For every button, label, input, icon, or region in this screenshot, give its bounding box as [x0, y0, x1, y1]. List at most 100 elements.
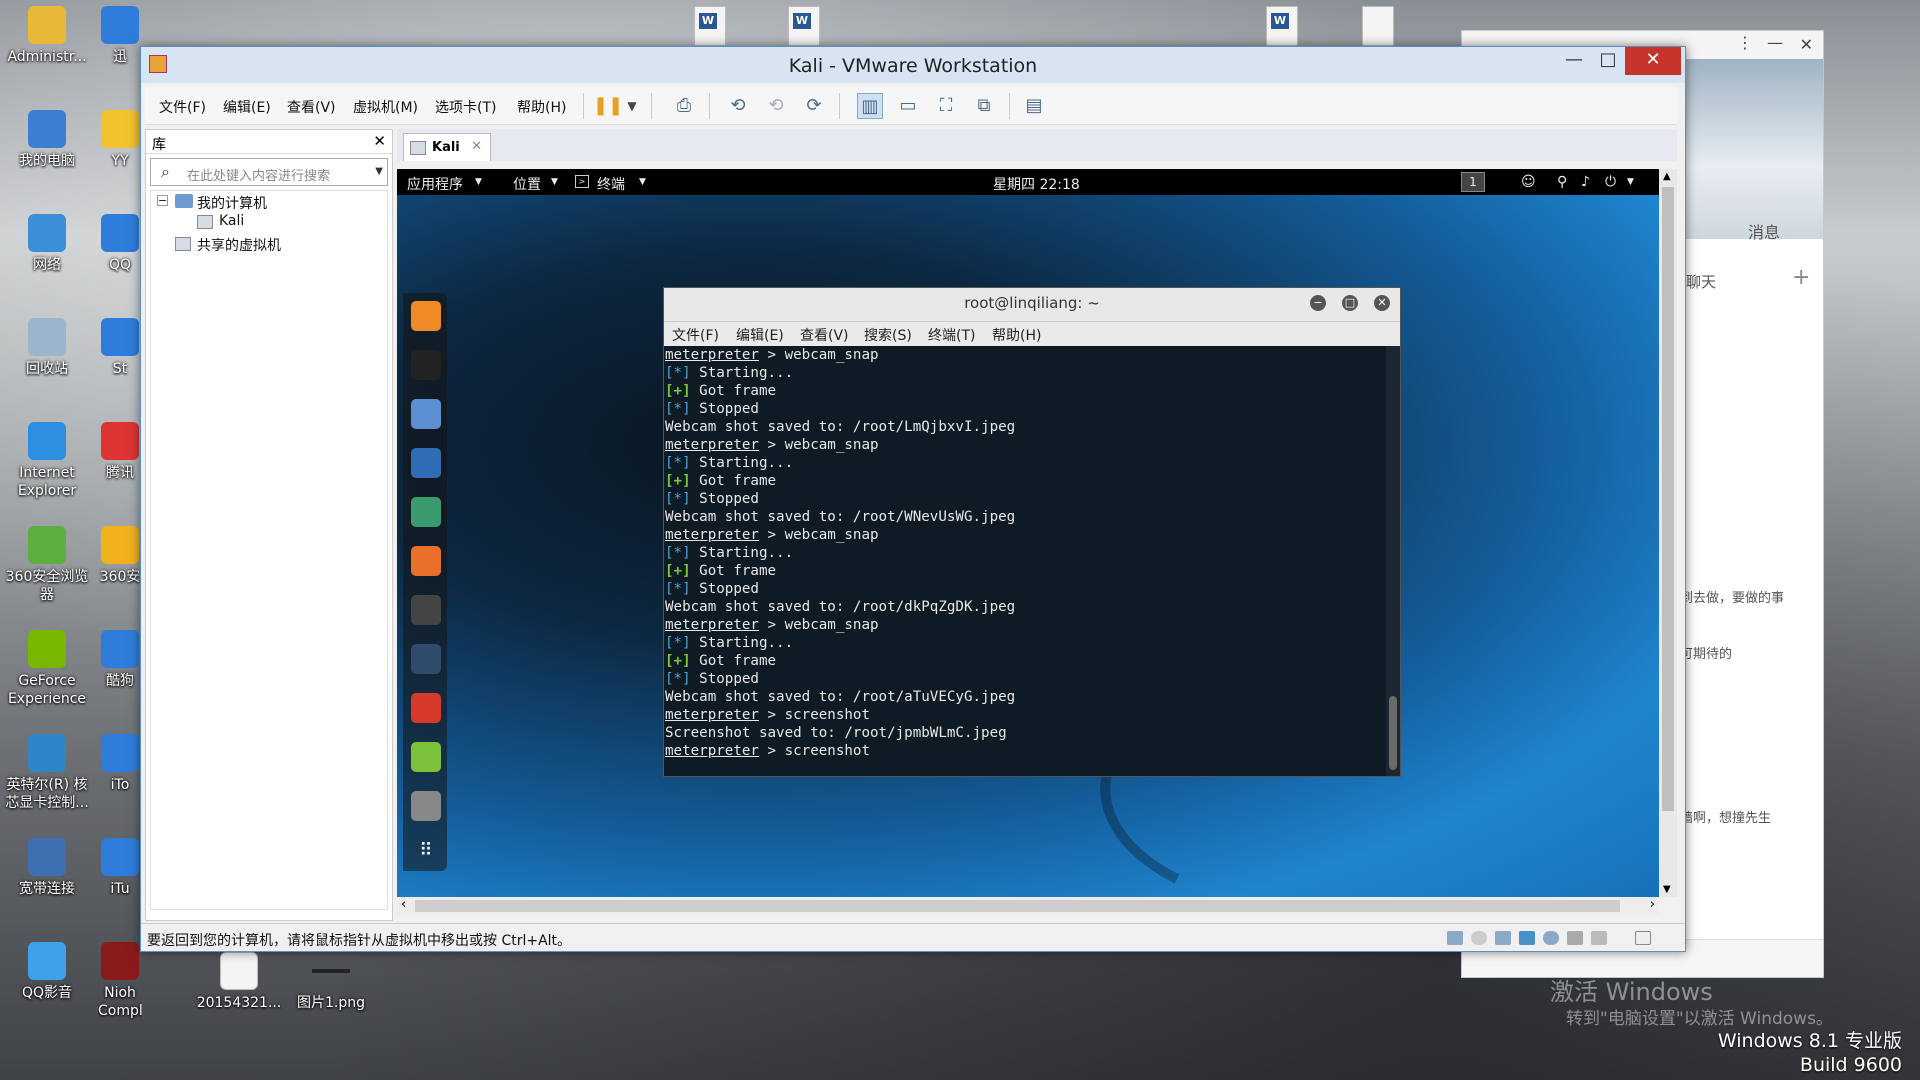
chevron-left-icon[interactable]: ‹	[401, 897, 406, 912]
desktop-shortcut[interactable]: St	[98, 318, 142, 378]
desktop-shortcut[interactable]: GeForce Experience	[4, 630, 90, 708]
terminal-output[interactable]: meterpreter > webcam_snap [*] Starting...…	[664, 346, 1386, 776]
tree-item-shared-vms[interactable]: 共享的虚拟机	[197, 235, 281, 255]
terminal-menu-search[interactable]: 搜索(S)	[864, 325, 912, 345]
pause-icon[interactable]: ❚❚	[593, 93, 623, 119]
desktop-shortcut[interactable]: QQ影音	[4, 942, 90, 1002]
desktop-shortcut[interactable]: 酷狗	[98, 630, 142, 690]
close-icon[interactable]: ✕	[471, 139, 482, 154]
full-screen-icon[interactable]: ⛶	[933, 93, 959, 119]
desktop-shortcut[interactable]: 回收站	[4, 318, 90, 378]
armitage-icon[interactable]	[411, 497, 441, 527]
terminal-menu-view[interactable]: 查看(V)	[800, 325, 849, 345]
desktop-shortcut[interactable]: YY	[98, 110, 142, 170]
menu-vm[interactable]: 虚拟机(M)	[353, 97, 418, 117]
scrollbar-thumb[interactable]	[415, 900, 1620, 912]
volume-icon[interactable]: ♪	[1581, 174, 1590, 190]
word-document-icon[interactable]: W	[694, 6, 726, 46]
close-icon[interactable]: ✕	[373, 132, 386, 150]
tab-messages[interactable]: 消息	[1748, 219, 1780, 243]
menu-terminal[interactable]: 终端	[597, 174, 625, 194]
word-document-icon[interactable]: W	[1266, 6, 1298, 46]
menu-help[interactable]: 帮助(H)	[517, 97, 566, 117]
burpsuite-icon[interactable]	[411, 546, 441, 576]
chevron-down-icon[interactable]: ▼	[1663, 884, 1671, 895]
clock[interactable]: 星期四 22:18	[993, 174, 1080, 194]
add-icon[interactable]: +	[1792, 265, 1810, 290]
desktop-shortcut[interactable]: iTu	[98, 838, 142, 898]
desktop-shortcut[interactable]: Administr...	[4, 6, 90, 66]
faraday-icon[interactable]	[411, 693, 441, 723]
send-ctrl-alt-del-icon[interactable]: ⎙	[671, 93, 697, 119]
terminal-menu-file[interactable]: 文件(F)	[672, 325, 719, 345]
vertical-scrollbar[interactable]: ▲ ▼	[1659, 169, 1677, 897]
unity-icon[interactable]: ⧉	[971, 93, 997, 119]
network-wired-icon[interactable]: ⚲	[1557, 174, 1567, 190]
vm-guest-screen[interactable]: 应用程序 ▼ 位置 ▼ > 终端 ▼ 星期四 22:18 1 ☺ ⚲ ♪ ⏻ ▼…	[397, 169, 1659, 897]
menu-edit[interactable]: 编辑(E)	[223, 97, 271, 117]
snapshot-manager-icon[interactable]: ⟳	[801, 93, 827, 119]
tree-item-kali[interactable]: Kali	[219, 213, 244, 229]
desktop-shortcut[interactable]: 腾讯	[98, 422, 142, 482]
desktop-shortcut[interactable]: 我的电脑	[4, 110, 90, 170]
desktop-shortcut[interactable]: 英特尔(R) 核芯显卡控制...	[4, 734, 90, 812]
thumbnail-bar-icon[interactable]: ▭	[895, 93, 921, 119]
terminal-menu-edit[interactable]: 编辑(E)	[736, 325, 784, 345]
scrollbar-thumb[interactable]	[1389, 696, 1397, 770]
chat-snippet[interactable]: 可期待的	[1680, 643, 1732, 662]
app-icon[interactable]	[411, 791, 441, 821]
word-document-icon[interactable]: W	[788, 6, 820, 46]
chevron-down-icon[interactable]: ▼	[1627, 177, 1634, 187]
network-adapter-icon[interactable]	[1495, 931, 1511, 945]
maximize-icon[interactable]: □	[1342, 295, 1358, 311]
message-log-icon[interactable]	[1635, 931, 1651, 945]
chevron-right-icon[interactable]: ›	[1650, 897, 1655, 912]
firefox-icon[interactable]	[411, 301, 441, 331]
tree-collapse-toggle[interactable]: −	[157, 195, 168, 206]
snapshot-icon[interactable]: ⟲	[725, 93, 751, 119]
menu-view[interactable]: 查看(V)	[287, 97, 336, 117]
desktop-shortcut[interactable]: QQ	[98, 214, 142, 274]
desktop-shortcut[interactable]: Nioh Comple...	[98, 942, 142, 1020]
desktop-file-document[interactable]: 20154321...	[196, 952, 282, 1012]
chevron-down-icon[interactable]: ▼	[619, 93, 645, 119]
people-icon[interactable]: ☺	[1521, 174, 1536, 190]
minimize-icon[interactable]: −	[1310, 295, 1326, 311]
display-icon[interactable]	[1591, 931, 1607, 945]
desktop-shortcut[interactable]: 360安	[98, 526, 142, 586]
desktop-shortcut[interactable]: 360安全浏览器	[4, 526, 90, 604]
tab-kali[interactable]: Kali ✕	[403, 133, 491, 161]
revert-snapshot-icon[interactable]: ⟲	[763, 93, 789, 119]
desktop-shortcut[interactable]: 网络	[4, 214, 90, 274]
chevron-up-icon[interactable]: ▲	[1663, 171, 1671, 182]
cd-dvd-icon[interactable]	[1471, 931, 1487, 945]
desktop-shortcut[interactable]: 宽带连接	[4, 838, 90, 898]
terminal-menu-terminal[interactable]: 终端(T)	[928, 325, 975, 345]
show-applications-icon[interactable]: ⠿	[411, 840, 441, 870]
menu-tabs[interactable]: 选项卡(T)	[435, 97, 496, 117]
desktop-shortcut[interactable]: iTo	[98, 734, 142, 794]
tree-item-my-computer[interactable]: 我的计算机	[197, 193, 267, 213]
minimize-icon[interactable]: —	[1767, 33, 1783, 52]
terminal-menu-help[interactable]: 帮助(H)	[992, 325, 1041, 345]
printer-icon[interactable]	[1567, 931, 1583, 945]
scrollbar-thumb[interactable]	[1662, 187, 1674, 811]
usb-icon[interactable]	[1519, 931, 1535, 945]
console-view-icon[interactable]: ▤	[1021, 93, 1047, 119]
maltego-icon[interactable]	[411, 595, 441, 625]
more-icon[interactable]: ⋮	[1737, 33, 1753, 52]
menu-applications[interactable]: 应用程序	[407, 174, 463, 194]
chat-snippet[interactable]: 到去做，要做的事	[1680, 587, 1784, 606]
terminal-scrollbar[interactable]	[1386, 346, 1400, 776]
chat-snippet[interactable]: 墙啊，想撞先生	[1680, 807, 1771, 826]
power-icon[interactable]: ⏻	[1605, 174, 1616, 190]
leafpad-icon[interactable]	[411, 742, 441, 772]
close-button[interactable]: ✕	[1625, 47, 1681, 75]
workspace-indicator[interactable]: 1	[1461, 172, 1485, 192]
terminal-icon[interactable]	[411, 350, 441, 380]
close-icon[interactable]: ✕	[1800, 35, 1813, 54]
show-library-icon[interactable]: ▥	[857, 93, 883, 119]
files-icon[interactable]	[411, 399, 441, 429]
chevron-down-icon[interactable]: ▼	[375, 166, 383, 177]
desktop-shortcut[interactable]: Internet Explorer	[4, 422, 90, 500]
